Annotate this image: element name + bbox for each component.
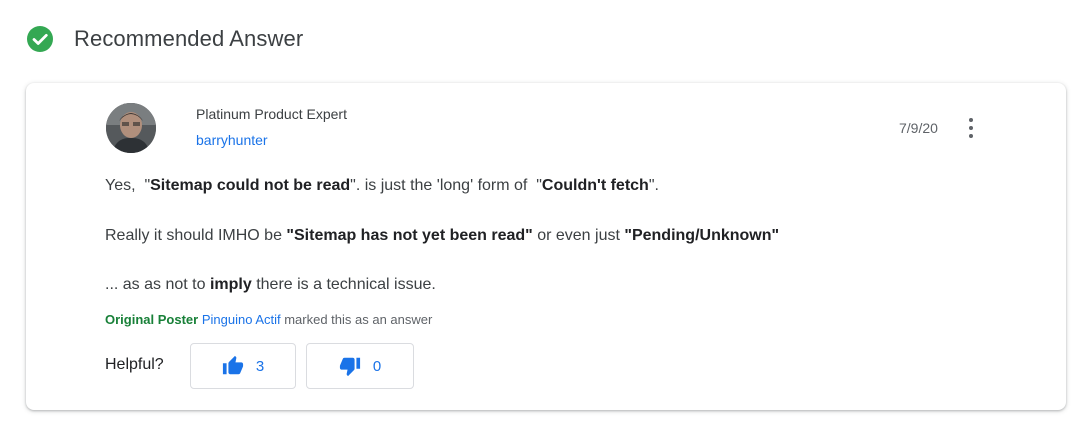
- answer-text: Really it should IMHO be: [105, 227, 287, 244]
- post-date: 7/9/20: [899, 120, 938, 136]
- answer-paragraph-1: Yes, "Sitemap could not be read". is jus…: [105, 177, 659, 195]
- avatar[interactable]: [106, 103, 156, 153]
- marked-answer-note: Original Poster Pinguino Actif marked th…: [105, 312, 432, 327]
- avatar-image: [106, 103, 156, 153]
- marked-answer-suffix: marked this as an answer: [280, 312, 433, 327]
- section-title: Recommended Answer: [74, 26, 304, 51]
- answer-bold-text: Couldn't fetch: [541, 177, 649, 194]
- check-circle-icon: [27, 26, 53, 52]
- answer-text: there is a technical issue.: [251, 276, 436, 293]
- answer-text: ... as as not to: [105, 276, 210, 293]
- thumb-up-icon: [222, 355, 243, 375]
- answer-text: or even just: [532, 227, 625, 244]
- answer-bold-text: "Pending/Unknown": [624, 227, 780, 244]
- answer-text: Yes, ": [105, 177, 151, 194]
- answer-text: ".: [648, 177, 659, 194]
- answer-card: Platinum Product Expert barryhunter 7/9/…: [26, 83, 1066, 410]
- thumbs-up-button[interactable]: 3: [190, 343, 296, 389]
- answer-bold-text: Sitemap could not be read: [150, 177, 351, 194]
- recommended-answer-header: Recommended Answer: [27, 26, 303, 52]
- more-vert-icon[interactable]: [960, 116, 982, 140]
- answer-bold-text: imply: [209, 276, 252, 293]
- helpful-label: Helpful?: [105, 356, 164, 373]
- thumb-down-icon: [339, 357, 360, 377]
- author-name-link[interactable]: barryhunter: [196, 132, 268, 148]
- original-poster-link[interactable]: Pinguino Actif: [202, 312, 281, 327]
- answer-bold-text: "Sitemap has not yet been read": [286, 227, 533, 244]
- thumbs-up-count: 3: [255, 357, 265, 375]
- answer-paragraph-2: Really it should IMHO be "Sitemap has no…: [105, 227, 779, 245]
- thumbs-down-count: 0: [372, 357, 382, 375]
- thumbs-down-button[interactable]: 0: [306, 343, 414, 389]
- answer-text: ". is just the 'long' form of ": [350, 177, 542, 194]
- author-role: Platinum Product Expert: [196, 106, 347, 122]
- original-poster-label: Original Poster: [105, 312, 199, 327]
- answer-paragraph-3: ... as as not to imply there is a techni…: [105, 276, 436, 294]
